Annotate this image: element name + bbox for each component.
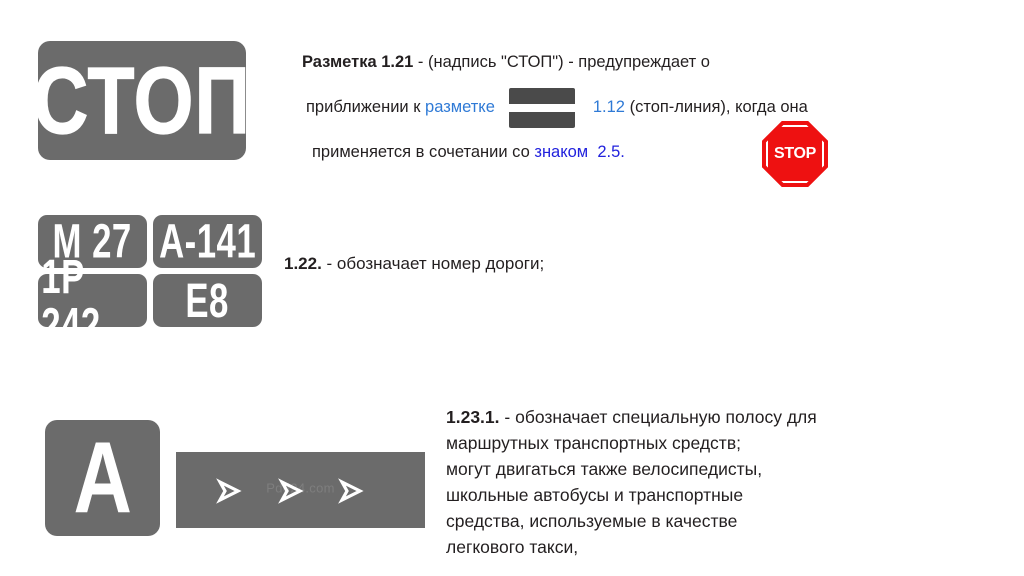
stop-line-icon [508,87,575,128]
road-number-plate-1p242: 1Р 242 [38,252,147,349]
road-number-plate-a141-label: А-141 [158,214,257,269]
marking-1-23-1-line1-rest: - обозначает специальную полосу для [499,407,817,427]
road-sign-2-5: STOP [762,121,828,187]
link-razmetke[interactable]: разметке [425,98,495,116]
lane-marking-strip: Pdd24.com [176,452,425,528]
paragraph-1-21-line-3: применяется в сочетании со знаком 2.5. [302,130,992,175]
marking-1-21-title: Разметка 1.21 [302,53,414,71]
link-znakom[interactable]: знаком [534,143,588,161]
marking-1-23-1-line-1: 1.23.1. - обозначает специальную полосу … [446,404,1006,430]
marking-1-21-line2-before: приближении к [306,98,426,116]
marking-1-23-1-line-3: могут двигаться также велосипедисты, [446,459,763,479]
road-number-plate-a141: А-141 [153,215,262,268]
road-number-plate-1p242-label: 1Р 242 [41,249,101,352]
stop-line-icon-stripe [508,103,575,112]
road-number-plate-e8-label: Е8 [185,273,230,328]
marking-1-23-1-line-6: легкового такси, [446,537,579,557]
paragraph-1-21-line-1: Разметка 1.21 - (надпись "СТОП") - преду… [302,40,992,85]
marking-1-23-1-line-2: маршрутных транспортных средств; [446,433,741,453]
paragraph-1-21-line-2: приближении к разметке 1.12 (стоп-линия),… [302,85,992,130]
paragraph-marking-1-22: 1.22. - обозначает номер дороги; [284,252,544,276]
chevron-right-icon [336,476,366,506]
marking-stop-plate: СТОП [32,41,251,160]
paragraph-marking-1-23-1: 1.23.1. - обозначает специальную полосу … [446,404,1006,560]
road-sign-2-5-octagon: STOP [762,121,828,187]
paragraph-marking-1-21: Разметка 1.21 - (надпись "СТОП") - преду… [302,40,992,175]
link-sign-number-2-5[interactable]: 2.5. [588,143,625,161]
marking-1-22-description: - обозначает номер дороги; [321,254,545,273]
road-number-plate-e8: Е8 [153,274,262,327]
road-sign-2-5-label: STOP [773,145,817,162]
sign-number-2-5-text: 2.5. [597,143,625,161]
chevron-right-icon [276,476,306,506]
marking-lane-a-plate: А [45,420,160,536]
marking-1-21-line2-after: (стоп-линия), когда она [625,98,808,116]
marking-1-23-1-line-5: средства, используемые в качестве [446,511,738,531]
marking-1-22-title: 1.22. [284,254,322,273]
marking-1-23-1-line-4: школьные автобусы и транспортные [446,485,744,505]
marking-1-21-line3-before: применяется в сочетании со [312,143,535,161]
marking-lane-a-plate-label: А [73,420,132,535]
road-number-plates-group: М 27 А-141 1Р 242 Е8 [38,215,262,349]
marking-1-23-1-title: 1.23.1. [446,407,500,427]
marking-1-21-line1-rest: - (надпись "СТОП") - предупреждает о [413,53,710,71]
marking-stop-plate-label: СТОП [32,46,252,153]
chevron-right-icon [214,476,244,506]
slide-root: СТОП Разметка 1.21 - (надпись "СТОП") - … [0,0,1024,576]
link-marking-number-1-12[interactable]: 1.12 [593,98,625,116]
